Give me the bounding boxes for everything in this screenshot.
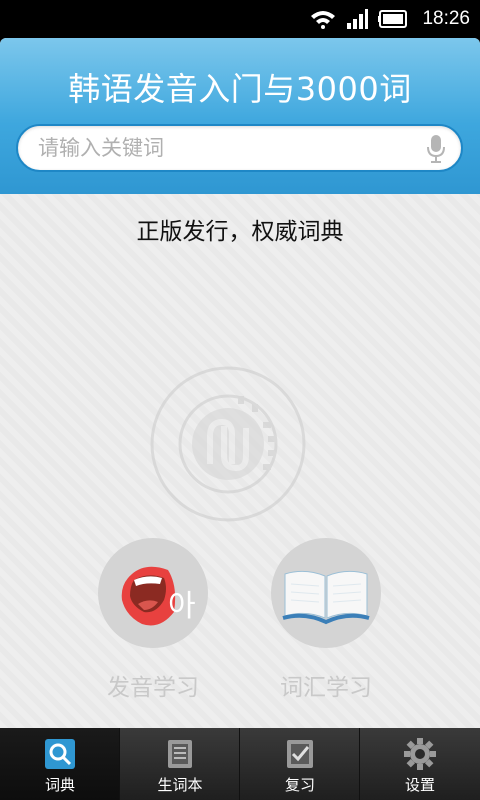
search-icon [45, 739, 75, 769]
nav-wordbook[interactable]: 生词本 [120, 728, 240, 800]
status-time: 18:26 [422, 8, 470, 29]
book-icon [282, 570, 370, 625]
tagline: 正版发行，权威词典 [136, 219, 344, 245]
nav-label: 复习 [284, 776, 315, 794]
nav-label: 词典 [44, 776, 75, 794]
vocabulary-label: 词汇学习 [280, 675, 372, 701]
app-window: 韩语发音入门与3000词 正版发行，权威词典 [0, 38, 480, 800]
pronunciation-label: 发音学习 [107, 675, 199, 701]
signal-icon [347, 9, 369, 29]
svg-text:아: 아 [168, 589, 196, 624]
wifi-icon [311, 11, 336, 29]
search-box[interactable] [16, 124, 463, 172]
nav-settings[interactable]: 设置 [360, 728, 480, 800]
mouth-icon: 아 [121, 566, 196, 626]
nav-dictionary[interactable]: 词典 [0, 728, 120, 800]
nav-divider [359, 728, 360, 800]
header: 韩语发音入门与3000词 [0, 38, 480, 194]
vocabulary-feature[interactable]: 词汇学习 [270, 538, 382, 702]
main-content: 正版发行，权威词典 아 发音学习 词汇学习 [0, 194, 480, 728]
app-title: 韩语发音入门与3000词 [68, 70, 412, 108]
pronunciation-feature[interactable]: 아 发音学习 [97, 538, 209, 702]
nav-label: 生词本 [157, 776, 203, 794]
gear-icon [404, 738, 436, 770]
search-input[interactable] [38, 126, 408, 170]
checklist-icon [287, 740, 313, 768]
vocabulary-button[interactable] [271, 538, 381, 648]
nav-review[interactable]: 复习 [240, 728, 360, 800]
nav-divider [239, 728, 240, 800]
nav-divider [119, 728, 120, 800]
pronunciation-button[interactable]: 아 [98, 538, 208, 648]
microphone-icon[interactable] [427, 135, 445, 163]
bottom-nav: 词典 生词本 复习 设置 [0, 728, 480, 800]
notebook-icon [168, 740, 192, 768]
battery-icon [378, 10, 408, 28]
status-bar: 18:26 [0, 0, 480, 38]
university-logo-watermark [150, 366, 306, 522]
nav-label: 设置 [404, 776, 435, 794]
